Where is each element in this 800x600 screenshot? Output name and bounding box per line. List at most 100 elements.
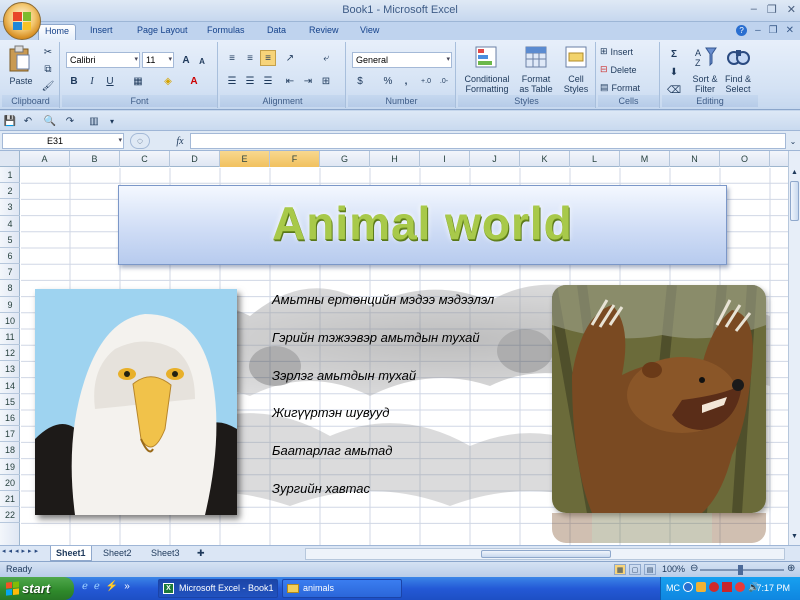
align-left-icon[interactable]: ☰ <box>224 73 240 89</box>
insert-function-button[interactable]: fx <box>172 133 188 149</box>
percent-button[interactable]: % <box>380 73 396 89</box>
row-header-18[interactable]: 18 <box>0 442 20 459</box>
link-domestic-animals[interactable]: Гэрийн тэжээвэр амьтдын тухай <box>272 330 480 345</box>
sheet-nav-icons[interactable]: ◂◂◂▸▸▸ <box>2 547 41 555</box>
row-header-11[interactable]: 11 <box>0 329 20 346</box>
paste-icon[interactable] <box>6 44 34 74</box>
column-header-i[interactable]: I <box>420 151 470 167</box>
link-photo-album[interactable]: Зургийн хавтас <box>272 481 370 496</box>
column-header-l[interactable]: L <box>570 151 620 167</box>
font-name-select[interactable]: Calibri ▾ <box>66 52 140 68</box>
delete-cells-button[interactable]: ⊟ Delete <box>600 64 656 75</box>
increase-indent-icon[interactable]: ⇥ <box>300 73 316 89</box>
conditional-formatting-button[interactable]: Conditional Formatting <box>458 74 516 94</box>
tab-insert[interactable]: Insert <box>84 24 119 40</box>
shrink-font-button[interactable]: A <box>194 53 210 69</box>
network-tray-icon[interactable] <box>696 582 706 592</box>
row-header-14[interactable]: 14 <box>0 378 20 394</box>
cell-styles-icon[interactable] <box>562 44 590 70</box>
link-heroic-animals[interactable]: Баатарлаг амьтад <box>272 443 392 458</box>
align-center-icon[interactable]: ☰ <box>242 73 258 89</box>
minimize-button[interactable]: – <box>751 3 757 16</box>
number-format-select[interactable]: General ▾ <box>352 52 452 68</box>
ribbon-restore-icon[interactable]: ❐ <box>769 25 778 36</box>
row-header-17[interactable]: 17 <box>0 426 20 443</box>
font-color-icon[interactable]: A <box>186 73 202 89</box>
format-as-table-button[interactable]: Format as Table <box>514 74 558 94</box>
cell-styles-button[interactable]: Cell Styles <box>558 74 594 94</box>
row-header-2[interactable]: 2 <box>0 183 20 200</box>
find-select-button[interactable]: Find & Select <box>720 74 756 94</box>
insert-sheet-icon[interactable]: ✚ <box>192 546 210 561</box>
column-header-f[interactable]: F <box>270 151 320 167</box>
sort-filter-button[interactable]: Sort & Filter <box>688 74 722 94</box>
horizontal-scroll-thumb[interactable] <box>481 550 611 558</box>
zoom-level[interactable]: 100% <box>662 564 685 574</box>
bear-image[interactable] <box>552 285 766 513</box>
vertical-scroll-thumb[interactable] <box>790 181 799 221</box>
align-right-icon[interactable]: ☰ <box>260 73 276 89</box>
page-layout-view-icon[interactable]: ▢ <box>629 564 641 575</box>
start-button[interactable]: start <box>0 577 74 600</box>
column-header-c[interactable]: C <box>120 151 170 167</box>
media-icon[interactable]: ⚡ <box>106 581 118 592</box>
vertical-scrollbar[interactable]: ▲ ▼ <box>788 151 800 545</box>
title-banner[interactable]: Animal world <box>118 185 727 265</box>
format-painter-icon[interactable]: 🖌 <box>40 78 56 94</box>
grow-font-button[interactable]: A <box>178 52 194 68</box>
row-header-9[interactable]: 9 <box>0 297 20 313</box>
column-header-g[interactable]: G <box>320 151 370 167</box>
help-icon[interactable]: ? <box>736 25 748 36</box>
row-header-7[interactable]: 7 <box>0 264 20 281</box>
fill-icon[interactable]: ⬇ <box>666 64 682 80</box>
row-header-8[interactable]: 8 <box>0 280 20 297</box>
copy-icon[interactable]: ⧉ <box>40 61 56 77</box>
insert-cells-button[interactable]: ⊞ Insert <box>600 46 656 57</box>
help-tray-icon[interactable] <box>683 582 693 592</box>
zoom-in-icon[interactable]: ⊕ <box>787 563 795 574</box>
alert-tray-icon[interactable] <box>735 582 745 592</box>
font-size-select[interactable]: 11 ▾ <box>142 52 174 68</box>
paste-button[interactable]: Paste <box>4 76 38 86</box>
ie-alt-icon[interactable]: ℯ <box>94 581 100 592</box>
restore-button[interactable]: ❐ <box>767 3 777 16</box>
column-header-m[interactable]: M <box>620 151 670 167</box>
conditional-formatting-icon[interactable] <box>472 44 500 70</box>
tab-view[interactable]: View <box>354 24 385 40</box>
increase-decimal-icon[interactable]: +.0 <box>418 73 434 89</box>
print-preview-icon[interactable]: 🔍 <box>42 113 58 129</box>
row-header-4[interactable]: 4 <box>0 216 20 232</box>
sheet-tab-2[interactable]: Sheet2 <box>98 546 137 561</box>
horizontal-scrollbar[interactable] <box>305 548 785 560</box>
column-header-n[interactable]: N <box>670 151 720 167</box>
autosum-button[interactable]: Σ <box>666 46 682 62</box>
zoom-slider-thumb[interactable] <box>738 565 743 575</box>
merge-center-icon[interactable]: ⊞ <box>318 73 334 89</box>
sheet-tab-1[interactable]: Sheet1 <box>50 546 92 561</box>
align-top-icon[interactable]: ≡ <box>224 50 240 66</box>
cut-icon[interactable]: ✂ <box>40 44 56 60</box>
row-header-10[interactable]: 10 <box>0 313 20 329</box>
wrap-text-icon[interactable]: ⤶ <box>318 50 334 66</box>
ribbon-minimize-icon[interactable]: – <box>755 25 761 36</box>
borders-icon[interactable]: ▦ <box>130 73 146 89</box>
row-header-6[interactable]: 6 <box>0 248 20 265</box>
scroll-up-icon[interactable]: ▲ <box>790 169 799 179</box>
column-header-j[interactable]: J <box>470 151 520 167</box>
column-header-k[interactable]: K <box>520 151 570 167</box>
fill-color-icon[interactable]: ◈ <box>160 73 176 89</box>
row-header-22[interactable]: 22 <box>0 507 20 524</box>
customize-qat-icon[interactable]: ▾ <box>104 113 120 129</box>
italic-button[interactable]: I <box>84 73 100 89</box>
name-box[interactable]: E31 ▾ <box>2 133 124 149</box>
column-header-e[interactable]: E <box>220 151 270 167</box>
link-birds[interactable]: Жигүүртэн шувууд <box>272 405 389 420</box>
formula-bar-expand-icon[interactable]: ⌄ <box>787 133 799 149</box>
formula-expand-icon[interactable]: ◌ <box>130 133 150 149</box>
underline-button[interactable]: U <box>102 73 118 89</box>
column-header-b[interactable]: B <box>70 151 120 167</box>
worksheet-grid[interactable]: ABCDEFGHIJKLMNO 1 2 3 4 5 6 7 8 9 10 11 12 13 14 15 16 1… <box>0 151 788 545</box>
row-header-1[interactable]: 1 <box>0 167 20 184</box>
formula-input[interactable] <box>190 133 786 149</box>
eagle-image[interactable] <box>35 289 237 515</box>
